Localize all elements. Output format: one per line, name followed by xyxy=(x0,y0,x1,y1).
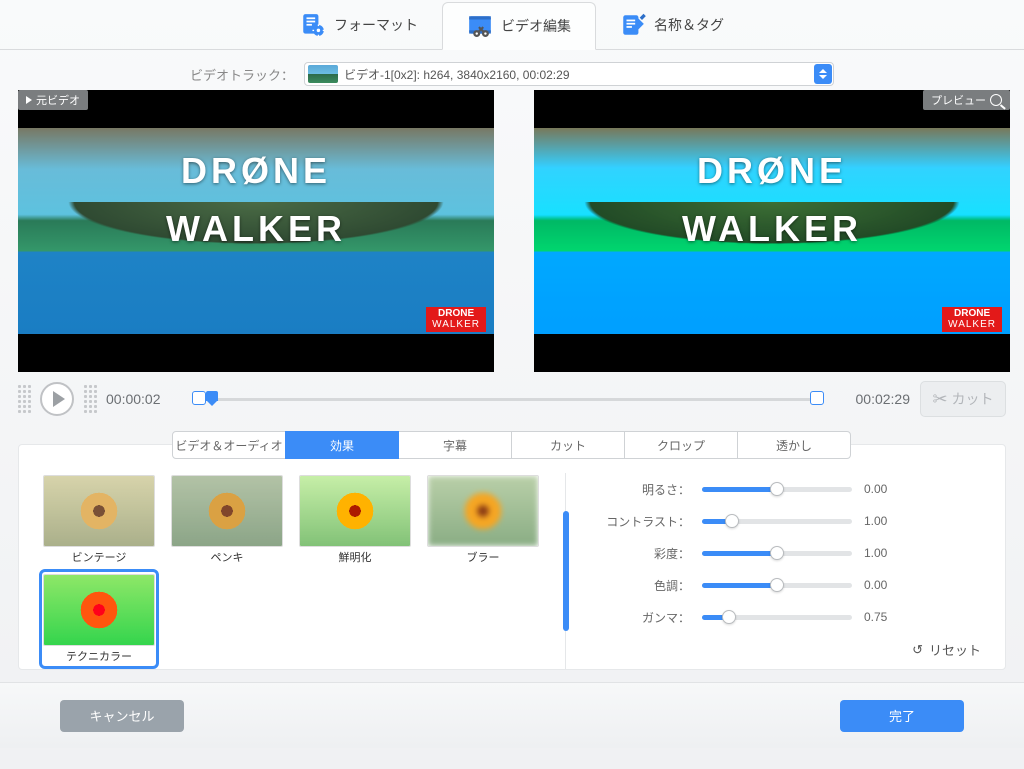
magnify-icon[interactable] xyxy=(990,94,1002,106)
cancel-button[interactable]: キャンセル xyxy=(60,700,184,732)
video-track-select[interactable]: ビデオ-1[0x2]: h264, 3840x2160, 00:02:29 xyxy=(304,62,834,86)
effects-grid: ビンテージ ペンキ 鮮明化 ブラー テクニカラー xyxy=(39,473,559,669)
tab-video-edit-label: ビデオ編集 xyxy=(501,16,571,36)
slider-contrast-label: コントラスト： xyxy=(596,513,690,530)
panel-split-handle[interactable] xyxy=(565,473,566,669)
play-icon xyxy=(26,96,32,104)
source-video-tag: 元ビデオ xyxy=(18,90,88,110)
bracket-out-handle[interactable] xyxy=(810,391,824,405)
reset-button[interactable]: ↺ リセット xyxy=(912,640,981,659)
timeline-row: 00:00:02 00:02:29 ✂ カット xyxy=(0,372,1024,422)
video-edit-icon xyxy=(467,13,493,39)
duration-time: 00:02:29 xyxy=(834,391,910,407)
subtab-watermark[interactable]: 透かし xyxy=(737,431,851,459)
subtab-video-audio[interactable]: ビデオ＆オーディオ xyxy=(172,431,286,459)
subtab-crop[interactable]: クロップ xyxy=(624,431,738,459)
tab-format[interactable]: フォーマット xyxy=(276,1,442,49)
video-track-row: ビデオトラック： ビデオ-1[0x2]: h264, 3840x2160, 00… xyxy=(0,50,1024,90)
slider-hue: 色調： 0.00 xyxy=(596,573,985,597)
top-tab-bar: フォーマット ビデオ編集 名称＆タグ xyxy=(0,0,1024,50)
effect-technicolor[interactable]: テクニカラー xyxy=(39,569,159,669)
video-track-value: ビデオ-1[0x2]: h264, 3840x2160, 00:02:29 xyxy=(344,66,570,83)
edit-panel: ビデオ＆オーディオ 効果 字幕 カット クロップ 透かし ビンテージ ペンキ 鮮… xyxy=(18,444,1006,670)
subtab-cut[interactable]: カット xyxy=(511,431,625,459)
tab-name-tag-label: 名称＆タグ xyxy=(654,15,724,35)
cut-button[interactable]: ✂ カット xyxy=(920,381,1006,417)
current-time: 00:00:02 xyxy=(106,391,182,407)
scissors-icon: ✂ xyxy=(932,389,947,410)
result-video-preview: DRØNE WALKER DRONEWALKER xyxy=(534,90,1010,372)
preview-video-tag: プレビュー xyxy=(923,90,1010,110)
watermark-badge: DRONEWALKER xyxy=(426,307,486,332)
slider-gamma-bar[interactable] xyxy=(702,615,852,620)
format-icon xyxy=(300,12,326,38)
slider-brightness: 明るさ： 0.00 xyxy=(596,477,985,501)
slider-saturation-value: 1.00 xyxy=(864,546,908,560)
subtab-subtitle[interactable]: 字幕 xyxy=(398,431,512,459)
name-tag-icon xyxy=(620,12,646,38)
dropdown-caret-icon xyxy=(814,64,832,84)
playhead-handle[interactable] xyxy=(206,391,218,407)
slider-gamma-label: ガンマ： xyxy=(596,609,690,626)
slider-contrast: コントラスト： 1.00 xyxy=(596,509,985,533)
slider-brightness-bar[interactable] xyxy=(702,487,852,492)
slider-contrast-value: 1.00 xyxy=(864,514,908,528)
slider-saturation-label: 彩度： xyxy=(596,545,690,562)
reset-label: リセット xyxy=(929,640,981,659)
track-thumb-icon xyxy=(308,65,338,83)
effect-technicolor-label: テクニカラー xyxy=(66,648,132,664)
effect-paint[interactable]: ペンキ xyxy=(167,473,287,567)
effect-paint-label: ペンキ xyxy=(211,549,244,565)
slider-saturation: 彩度： 1.00 xyxy=(596,541,985,565)
effect-vintage[interactable]: ビンテージ xyxy=(39,473,159,567)
tab-name-tag[interactable]: 名称＆タグ xyxy=(596,1,748,49)
subtab-effects[interactable]: 効果 xyxy=(285,431,399,459)
slider-brightness-label: 明るさ： xyxy=(596,481,690,498)
source-video-preview: DRØNE WALKER DRONEWALKER xyxy=(18,90,494,372)
overlay-line1: DRØNE xyxy=(534,150,1010,192)
slider-contrast-bar[interactable] xyxy=(702,519,852,524)
bracket-in-handle[interactable] xyxy=(192,391,206,405)
done-button[interactable]: 完了 xyxy=(840,700,964,732)
effect-blur[interactable]: ブラー xyxy=(423,473,543,567)
overlay-line2: WALKER xyxy=(18,208,494,250)
play-button[interactable] xyxy=(40,382,74,416)
video-track-label: ビデオトラック： xyxy=(190,65,294,84)
effect-sharp[interactable]: 鮮明化 xyxy=(295,473,415,567)
undo-icon: ↺ xyxy=(912,642,923,658)
preview-video-label: プレビュー xyxy=(931,92,986,108)
footer-bar: キャンセル 完了 xyxy=(0,682,1024,748)
slider-gamma: ガンマ： 0.75 xyxy=(596,605,985,629)
tab-format-label: フォーマット xyxy=(334,15,418,35)
timeline-track[interactable] xyxy=(192,389,824,409)
effect-sharp-label: 鮮明化 xyxy=(339,549,372,565)
overlay-line1: DRØNE xyxy=(18,150,494,192)
sliders-group: 明るさ： 0.00 コントラスト： 1.00 彩度： 1.00 色調： xyxy=(572,473,985,669)
overlay-line2: WALKER xyxy=(534,208,1010,250)
slider-hue-value: 0.00 xyxy=(864,578,908,592)
slider-gamma-value: 0.75 xyxy=(864,610,908,624)
grip-right-icon[interactable] xyxy=(84,385,96,413)
grip-left-icon[interactable] xyxy=(18,385,30,413)
slider-saturation-bar[interactable] xyxy=(702,551,852,556)
source-video-label: 元ビデオ xyxy=(36,92,80,108)
slider-brightness-value: 0.00 xyxy=(864,482,908,496)
slider-hue-label: 色調： xyxy=(596,577,690,594)
sub-tab-bar: ビデオ＆オーディオ 効果 字幕 カット クロップ 透かし xyxy=(173,431,851,459)
effect-vintage-label: ビンテージ xyxy=(72,549,127,565)
cut-button-label: カット xyxy=(952,389,994,409)
effect-blur-label: ブラー xyxy=(467,549,500,565)
tab-video-edit[interactable]: ビデオ編集 xyxy=(442,2,596,50)
watermark-badge: DRONEWALKER xyxy=(942,307,1002,332)
slider-hue-bar[interactable] xyxy=(702,583,852,588)
